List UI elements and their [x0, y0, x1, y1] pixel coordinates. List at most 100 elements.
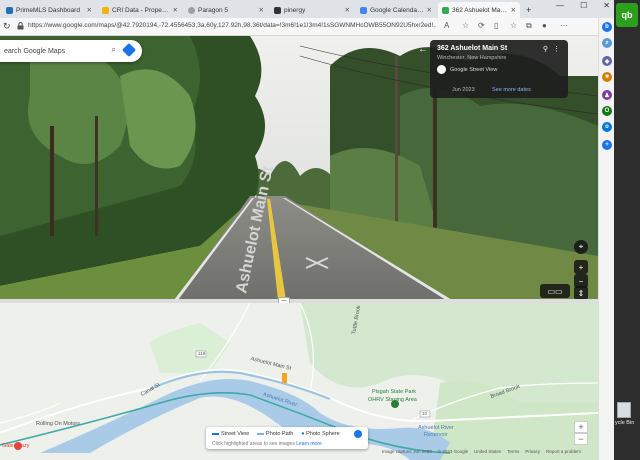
recycle-bin-icon[interactable] [617, 402, 631, 418]
quickbooks-icon[interactable]: qb [616, 3, 638, 27]
split-screen-icon[interactable]: ▯ [494, 21, 498, 30]
collections-icon[interactable]: ⧉ [526, 21, 532, 31]
compass-icon[interactable]: ⌖ [574, 240, 588, 254]
location-subtitle: Winchester, New Hampshire [437, 55, 507, 61]
route-shield-119: 119 [198, 351, 206, 356]
close-tab-icon[interactable]: ✕ [87, 6, 92, 14]
new-tab-button[interactable]: + [522, 2, 534, 18]
more-menu-icon[interactable]: ⋯ [560, 21, 568, 30]
see-more-dates-link[interactable]: See more dates [492, 87, 531, 93]
browser-window: PrimeMLS Dashboard ✕ CRI Data - Property… [0, 0, 614, 460]
edge-sidebar: b ⌕ ◆ ■ ♟ O o + [598, 18, 614, 460]
pegman-icon[interactable] [282, 373, 287, 383]
tab-street-view[interactable]: 362 Ashuelot Main St - G ✕ [438, 2, 520, 18]
legend-hint: Click highlighted areas to see images Le… [212, 441, 322, 447]
street-view-brand: Google Street View [437, 65, 561, 74]
tab-pinergy[interactable]: pinergy ✕ [270, 2, 354, 18]
desktop-background [614, 0, 640, 460]
screen: PrimeMLS Dashboard ✕ CRI Data - Property… [0, 0, 640, 460]
plus-icon: + [526, 5, 532, 15]
address-bar: ↻ https://www.google.com/maps/@42.792019… [0, 18, 614, 36]
tab-paragon[interactable]: Paragon 5 ✕ [184, 2, 268, 18]
street-view-info-card: 362 Ashuelot Main St Winchester, New Ham… [430, 40, 568, 98]
minimize-icon[interactable]: — [556, 1, 564, 10]
more-options-icon[interactable]: ⋮ [553, 45, 560, 53]
close-tab-icon[interactable]: ✕ [427, 6, 432, 14]
tab-bar: PrimeMLS Dashboard ✕ CRI Data - Property… [0, 0, 614, 18]
maximize-icon[interactable]: ☐ [580, 1, 587, 10]
reservoir-label-b: Reservoir [424, 432, 448, 438]
url-field[interactable]: https://www.google.com/maps/@42.7920194,… [28, 22, 436, 32]
thumbnails-strip-icon[interactable]: ▭▭ [540, 284, 570, 298]
learn-more-link[interactable]: Learn more [296, 441, 322, 447]
lock-icon[interactable] [17, 22, 24, 30]
read-aloud-icon[interactable]: A [444, 21, 449, 30]
tab-cri-data[interactable]: CRI Data - Property Rec ✕ [98, 2, 182, 18]
google-logo-icon [437, 65, 446, 74]
reservoir-label-a: Ashuelot River [418, 425, 454, 431]
search-sidebar-icon[interactable]: ⌕ [602, 38, 612, 48]
close-tab-icon[interactable]: ✕ [345, 6, 350, 14]
close-window-icon[interactable]: ✕ [603, 1, 610, 10]
refresh-page-icon[interactable]: ⟳ [478, 21, 485, 30]
country-link[interactable]: United States [474, 449, 501, 454]
map-zoom-in-button[interactable]: + [574, 421, 588, 433]
directions-icon[interactable] [121, 42, 137, 58]
reload-icon[interactable]: ↻ [3, 21, 11, 32]
search-placeholder: earch Google Maps [4, 47, 66, 55]
zoom-in-icon[interactable]: + [574, 260, 588, 274]
expand-icon[interactable]: ⇕ [574, 286, 588, 300]
search-icon[interactable]: ⌕ [112, 45, 116, 55]
search-maps-input[interactable]: earch Google Maps ⌕ [0, 40, 142, 62]
window-controls: — ☐ ✕ [556, 1, 610, 10]
favorites-icon[interactable]: ☆ [510, 21, 517, 30]
tab-google-calendar[interactable]: Google Calendar - Octo ✕ [356, 2, 436, 18]
route-shield-10: 10 [422, 411, 428, 416]
layer-toggle-icon[interactable] [354, 430, 362, 438]
privacy-link[interactable]: Privacy [525, 449, 540, 454]
close-tab-icon[interactable]: ✕ [173, 6, 178, 14]
maps-favicon [442, 6, 449, 14]
legend-photo-path: Photo Path [257, 431, 293, 437]
tab-label: 362 Ashuelot Main St - G [452, 6, 508, 14]
legend-photo-sphere: ● Photo Sphere [301, 431, 340, 437]
tab-primemls[interactable]: PrimeMLS Dashboard ✕ [2, 2, 96, 18]
profile-icon[interactable]: ● [542, 21, 547, 30]
tab-label: pinergy [284, 6, 306, 14]
tab-label: CRI Data - Property Rec [112, 6, 170, 14]
games-icon[interactable]: ♟ [602, 90, 612, 100]
map-panel[interactable]: Ashuelot Main St Ashuelot River Pisgah S… [0, 303, 598, 460]
tab-label: Paragon 5 [198, 6, 228, 14]
pisgah-label: Pisgah State Park [372, 389, 417, 395]
bing-chat-icon[interactable]: b [602, 22, 612, 32]
recycle-bin-label: ycle Bin [615, 420, 635, 426]
report-problem-link[interactable]: Report a problem [546, 449, 581, 454]
primemls-favicon [6, 6, 13, 14]
map-footer: Image capture: Jun 2023 © 2023 Google Un… [382, 449, 581, 454]
tab-label: Google Calendar - Octo [370, 6, 424, 14]
street-view-legend: Street View Photo Path ● Photo Sphere Cl… [206, 427, 368, 449]
office-icon[interactable]: O [602, 106, 612, 116]
shopping-icon[interactable]: ◆ [602, 56, 612, 66]
calendar-favicon [360, 6, 367, 14]
pinergy-favicon [274, 6, 281, 14]
business-label: Rolling On Motors [36, 421, 81, 427]
close-tab-icon[interactable]: ✕ [259, 6, 264, 14]
terms-link[interactable]: Terms [507, 449, 519, 454]
close-tab-icon[interactable]: ✕ [511, 6, 516, 14]
outlook-icon[interactable]: o [602, 122, 612, 132]
back-arrow-icon[interactable]: ← [418, 44, 428, 55]
paragon-favicon [188, 6, 195, 14]
ohrv-label: OHRV Staging Area [368, 397, 417, 403]
tools-icon[interactable]: ■ [602, 72, 612, 82]
capture-date: Jun 2023 [452, 87, 475, 93]
map-zoom-out-button[interactable]: − [574, 433, 588, 445]
add-sidebar-icon[interactable]: + [602, 140, 612, 150]
tab-label: PrimeMLS Dashboard [16, 6, 80, 14]
legend-street-view: Street View [212, 431, 249, 437]
favorite-star-icon[interactable]: ☆ [462, 21, 469, 30]
pin-icon[interactable]: ⚲ [543, 45, 548, 53]
street-view-panorama[interactable]: Ashuelot Main St earch Google Maps ⌕ 362… [0, 36, 598, 300]
place-label: Gale Crazy [2, 443, 30, 449]
cri-favicon [102, 6, 109, 14]
